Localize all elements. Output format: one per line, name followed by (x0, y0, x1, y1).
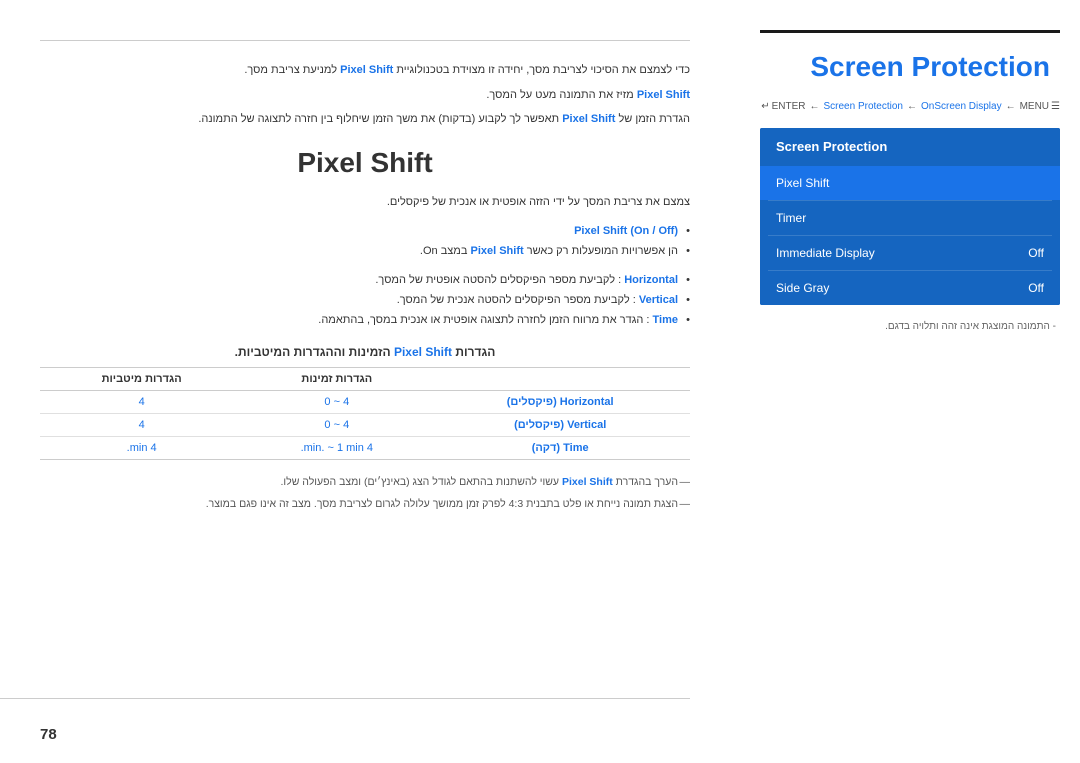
menu-label-side-gray: Side Gray (776, 281, 829, 295)
row-range-horizontal: 4 ~ 0 (243, 390, 430, 413)
menu-item-pixel-shift[interactable]: Pixel Shift (760, 166, 1060, 200)
intro-line1-end: למניעת צריבת מסך. (244, 64, 337, 76)
row-label-vertical: Vertical (פיקסלים) (430, 413, 690, 436)
panel-title: Screen Protection (760, 51, 1060, 83)
left-content: כדי לצמצם את הסיכוי לצריבת מסך, יחידה זו… (0, 0, 740, 763)
intro-pixel-shift-2: Pixel Shift (637, 89, 690, 101)
intro-line2-end: מזיז את התמונה מעט על המסך. (486, 89, 633, 101)
sub-bullet-horizontal: Horizontal : לקביעת מספר הפיקסלים להסטה … (40, 271, 690, 291)
vertical-text: : לקביעת מספר הפיקסלים להסטה אנכית של המ… (397, 294, 636, 306)
bullet2-prefix: הן אפשרויות המופעלות רק כאשר (527, 245, 678, 257)
bullet-list: (On / Off) Pixel Shift הן אפשרויות המופע… (40, 222, 690, 262)
menu-header: Screen Protection (760, 128, 1060, 166)
page-number: 78 (40, 726, 57, 743)
bullet2-highlight: Pixel Shift (470, 245, 523, 257)
menu-label-immediate-display: Immediate Display (776, 246, 875, 260)
bottom-divider (0, 698, 690, 699)
intro-pixel-shift-1: Pixel Shift (340, 64, 393, 76)
right-panel: Screen Protection ↵ ENTER ← Screen Prote… (740, 0, 1080, 763)
row-label-horizontal: Horizontal (פיקסלים) (430, 390, 690, 413)
menu-label-timer: Timer (776, 211, 806, 225)
horizontal-label: Horizontal (624, 274, 678, 286)
col-header-label (430, 367, 690, 390)
col-header-range: הגדרות זמינות (243, 367, 430, 390)
bullet2-suffix: במצב On. (420, 245, 468, 257)
settings-header: הגדרות Pixel Shift הזמינות וההגדרות המיט… (40, 345, 690, 359)
bc-menu: MENU (1020, 101, 1049, 112)
menu-value-side-gray: Off (1028, 281, 1044, 295)
time-text: : הגדר את מרווח הזמן לחזרה לתצוגה אופטית… (318, 314, 649, 326)
menu-item-immediate-display[interactable]: Immediate Display Off (760, 236, 1060, 270)
top-divider (40, 40, 690, 41)
menu-value-immediate-display: Off (1028, 246, 1044, 260)
horizontal-text: : לקביעת מספר הפיקסלים להסטה אופטית של ה… (375, 274, 621, 286)
arrow-2: ← (907, 101, 917, 112)
table-row: Time (דקה) 4 min. ~ 1 min. 4 min. (40, 436, 690, 459)
panel-note: התמונה המוצגת אינה זהה ותלויה בדגם. (760, 321, 1060, 332)
vertical-label: Vertical (639, 294, 678, 306)
row-optimal-time: 4 min. (40, 436, 243, 459)
sub-bullet-list: Horizontal : לקביעת מספר הפיקסלים להסטה … (40, 271, 690, 330)
section-title: Pixel Shift (40, 147, 690, 179)
table-row: Vertical (פיקסלים) 4 ~ 0 4 (40, 413, 690, 436)
menu-box: Screen Protection Pixel Shift Timer Imme… (760, 128, 1060, 305)
intro-pixel-shift-3: Pixel Shift (562, 113, 615, 125)
enter-icon: ↵ (761, 101, 769, 112)
bullet-item-2: הן אפשרויות המופעלות רק כאשר Pixel Shift… (40, 242, 690, 262)
bottom-notes: הערך בהגדרת Pixel Shift עשוי להשתנות בהת… (40, 474, 690, 514)
bc-onscreen-display: OnScreen Display (921, 101, 1002, 112)
menu-item-timer[interactable]: Timer (760, 201, 1060, 235)
sub-bullet-time: Time : הגדר את מרווח הזמן לחזרה לתצוגה א… (40, 311, 690, 331)
arrow-3: ← (1006, 101, 1016, 112)
enter-label: ENTER (772, 101, 806, 112)
row-optimal-horizontal: 4 (40, 390, 243, 413)
bullet1-highlight: (On / Off) Pixel Shift (574, 225, 678, 237)
intro-line2: Pixel Shift מזיז את התמונה מעט על המסך. (40, 86, 690, 105)
menu-label-pixel-shift: Pixel Shift (776, 176, 829, 190)
settings-table: הגדרות זמינות הגדרות מיטביות Horizontal … (40, 367, 690, 460)
bullet-item-1: (On / Off) Pixel Shift (40, 222, 690, 242)
row-optimal-vertical: 4 (40, 413, 243, 436)
menu-icon: ☰ (1051, 101, 1060, 112)
row-range-vertical: 4 ~ 0 (243, 413, 430, 436)
table-row: Horizontal (פיקסלים) 4 ~ 0 4 (40, 390, 690, 413)
breadcrumb: ↵ ENTER ← Screen Protection ← OnScreen D… (760, 101, 1060, 112)
right-top-bar (760, 30, 1060, 33)
bc-screen-protection: Screen Protection (823, 101, 903, 112)
sub-bullet-vertical: Vertical : לקביעת מספר הפיקסלים להסטה אנ… (40, 291, 690, 311)
menu-header-text: Screen Protection (776, 139, 887, 154)
arrow-1: ← (809, 101, 819, 112)
section-description: צמצם את צריבת המסך על ידי הזזה אופטית או… (40, 193, 690, 212)
intro-line3-start: הגדרת הזמן של (618, 113, 690, 125)
intro-line1-text: כדי לצמצם את הסיכוי לצריבת מסך, יחידה זו… (396, 64, 690, 76)
settings-header-highlight: Pixel Shift (394, 345, 452, 359)
menu-item-side-gray[interactable]: Side Gray Off (760, 271, 1060, 305)
note-2: הצגת תמונה נייחת או פלט בתבנית 4:3 לפרק … (40, 496, 690, 514)
col-header-optimal: הגדרות מיטביות (40, 367, 243, 390)
row-label-time: Time (דקה) (430, 436, 690, 459)
note-1: הערך בהגדרת Pixel Shift עשוי להשתנות בהת… (40, 474, 690, 492)
intro-line3: הגדרת הזמן של Pixel Shift תאפשר לך לקבוע… (40, 110, 690, 129)
settings-header-prefix: הגדרות (455, 345, 495, 359)
intro-line1: כדי לצמצם את הסיכוי לצריבת מסך, יחידה זו… (40, 61, 690, 80)
settings-header-suffix: הזמינות וההגדרות המיטביות. (235, 345, 391, 359)
intro-line3-end: תאפשר לך לקבוע (בדקות) את משך הזמן שיחלו… (198, 113, 559, 125)
time-label: Time (653, 314, 678, 326)
row-range-time: 4 min. ~ 1 min. (243, 436, 430, 459)
